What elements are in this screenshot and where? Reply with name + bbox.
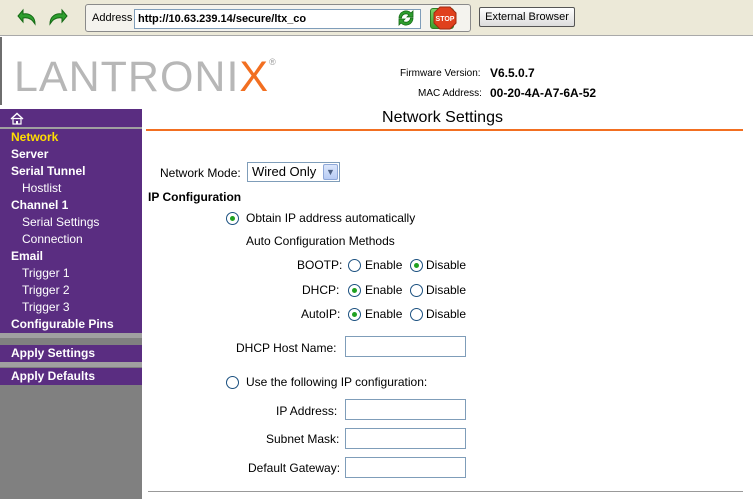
sidebar-divider (0, 333, 142, 338)
dhcp-enable-label: Enable (365, 283, 403, 297)
autoip-enable-radio[interactable] (348, 308, 361, 321)
title-divider (146, 129, 743, 131)
ip-configuration-heading: IP Configuration (148, 190, 242, 204)
autoip-disable-radio[interactable] (410, 308, 423, 321)
sidebar-item-network[interactable]: Network (0, 129, 142, 146)
sidebar-item-serial-tunnel[interactable]: Serial Tunnel (0, 163, 142, 180)
dhcp-disable-label: Disable (426, 283, 467, 297)
bootp-enable-radio[interactable] (348, 259, 361, 272)
main-content: Network Settings Network Mode: Wired Onl… (142, 105, 753, 499)
network-mode-select[interactable]: Wired Only ▼ (247, 162, 340, 182)
mac-value: 00-20-4A-A7-6A-52 (490, 86, 597, 100)
sidebar-item-configurable-pins[interactable]: Configurable Pins (0, 316, 142, 333)
url-input[interactable]: http://10.63.239.14/secure/ltx_co (134, 9, 421, 29)
obtain-auto-radio[interactable] (226, 212, 239, 225)
network-mode-label: Network Mode: (160, 166, 241, 180)
sidebar-item-trigger-2[interactable]: Trigger 2 (0, 282, 142, 299)
default-gateway-label: Default Gateway: (248, 461, 341, 475)
stop-icon[interactable]: STOP (433, 6, 457, 30)
firmware-value: V6.5.0.7 (490, 66, 535, 80)
sidebar-item-serial-settings[interactable]: Serial Settings (0, 214, 142, 231)
apply-settings-button[interactable]: Apply Settings (0, 345, 142, 362)
browser-toolbar: Address http://10.63.239.14/secure/ltx_c… (0, 0, 753, 36)
auto-methods-label: Auto Configuration Methods (246, 234, 395, 248)
bootp-disable-label: Disable (426, 258, 467, 272)
lantronix-logo: LANTRONIX® (14, 53, 277, 101)
dhcp-label: DHCP: (302, 283, 340, 297)
sidebar: Network Server Serial Tunnel Hostlist Ch… (0, 109, 142, 499)
mac-label: MAC Address: (418, 88, 482, 99)
firmware-label: Firmware Version: (400, 68, 481, 79)
home-icon (10, 112, 24, 125)
sidebar-item-server[interactable]: Server (0, 146, 142, 163)
subnet-mask-label: Subnet Mask: (266, 432, 340, 446)
page-header: LANTRONIX® Firmware Version: V6.5.0.7 MA… (0, 37, 753, 105)
chevron-down-icon: ▼ (323, 164, 338, 180)
forward-arrow-icon[interactable] (45, 6, 69, 30)
apply-settings-block: Apply Settings (0, 345, 142, 362)
refresh-icon[interactable] (394, 6, 418, 30)
external-browser-button[interactable]: External Browser (479, 7, 575, 27)
use-following-radio[interactable] (226, 376, 239, 389)
sidebar-divider (0, 362, 142, 367)
bottom-divider (148, 491, 743, 492)
sidebar-item-channel-1[interactable]: Channel 1 (0, 197, 142, 214)
dhcp-host-name-input[interactable] (345, 336, 466, 357)
obtain-auto-label: Obtain IP address automatically (246, 211, 416, 225)
bootp-disable-radio[interactable] (410, 259, 423, 272)
ip-address-label: IP Address: (276, 404, 338, 418)
back-arrow-icon[interactable] (16, 6, 40, 30)
sidebar-item-trigger-1[interactable]: Trigger 1 (0, 265, 142, 282)
bootp-label: BOOTP: (297, 258, 343, 272)
address-label: Address (92, 12, 133, 24)
svg-text:STOP: STOP (436, 16, 455, 23)
network-mode-value: Wired Only (252, 164, 317, 179)
autoip-enable-label: Enable (365, 307, 403, 321)
sidebar-item-hostlist[interactable]: Hostlist (0, 180, 142, 197)
apply-defaults-button[interactable]: Apply Defaults (0, 368, 142, 385)
dhcp-host-name-label: DHCP Host Name: (236, 341, 337, 355)
autoip-disable-label: Disable (426, 307, 467, 321)
default-gateway-input[interactable] (345, 457, 466, 478)
page-title: Network Settings (382, 109, 503, 126)
sidebar-nav: Network Server Serial Tunnel Hostlist Ch… (0, 129, 142, 333)
dhcp-enable-radio[interactable] (348, 284, 361, 297)
dhcp-disable-radio[interactable] (410, 284, 423, 297)
sidebar-item-email[interactable]: Email (0, 248, 142, 265)
subnet-mask-input[interactable] (345, 428, 466, 449)
bootp-enable-label: Enable (365, 258, 403, 272)
apply-defaults-block: Apply Defaults (0, 368, 142, 385)
ip-address-input[interactable] (345, 399, 466, 420)
use-following-label: Use the following IP configuration: (246, 375, 428, 389)
sidebar-item-trigger-3[interactable]: Trigger 3 (0, 299, 142, 316)
home-link[interactable] (0, 109, 142, 127)
autoip-label: AutoIP: (301, 307, 341, 321)
sidebar-item-connection[interactable]: Connection (0, 231, 142, 248)
